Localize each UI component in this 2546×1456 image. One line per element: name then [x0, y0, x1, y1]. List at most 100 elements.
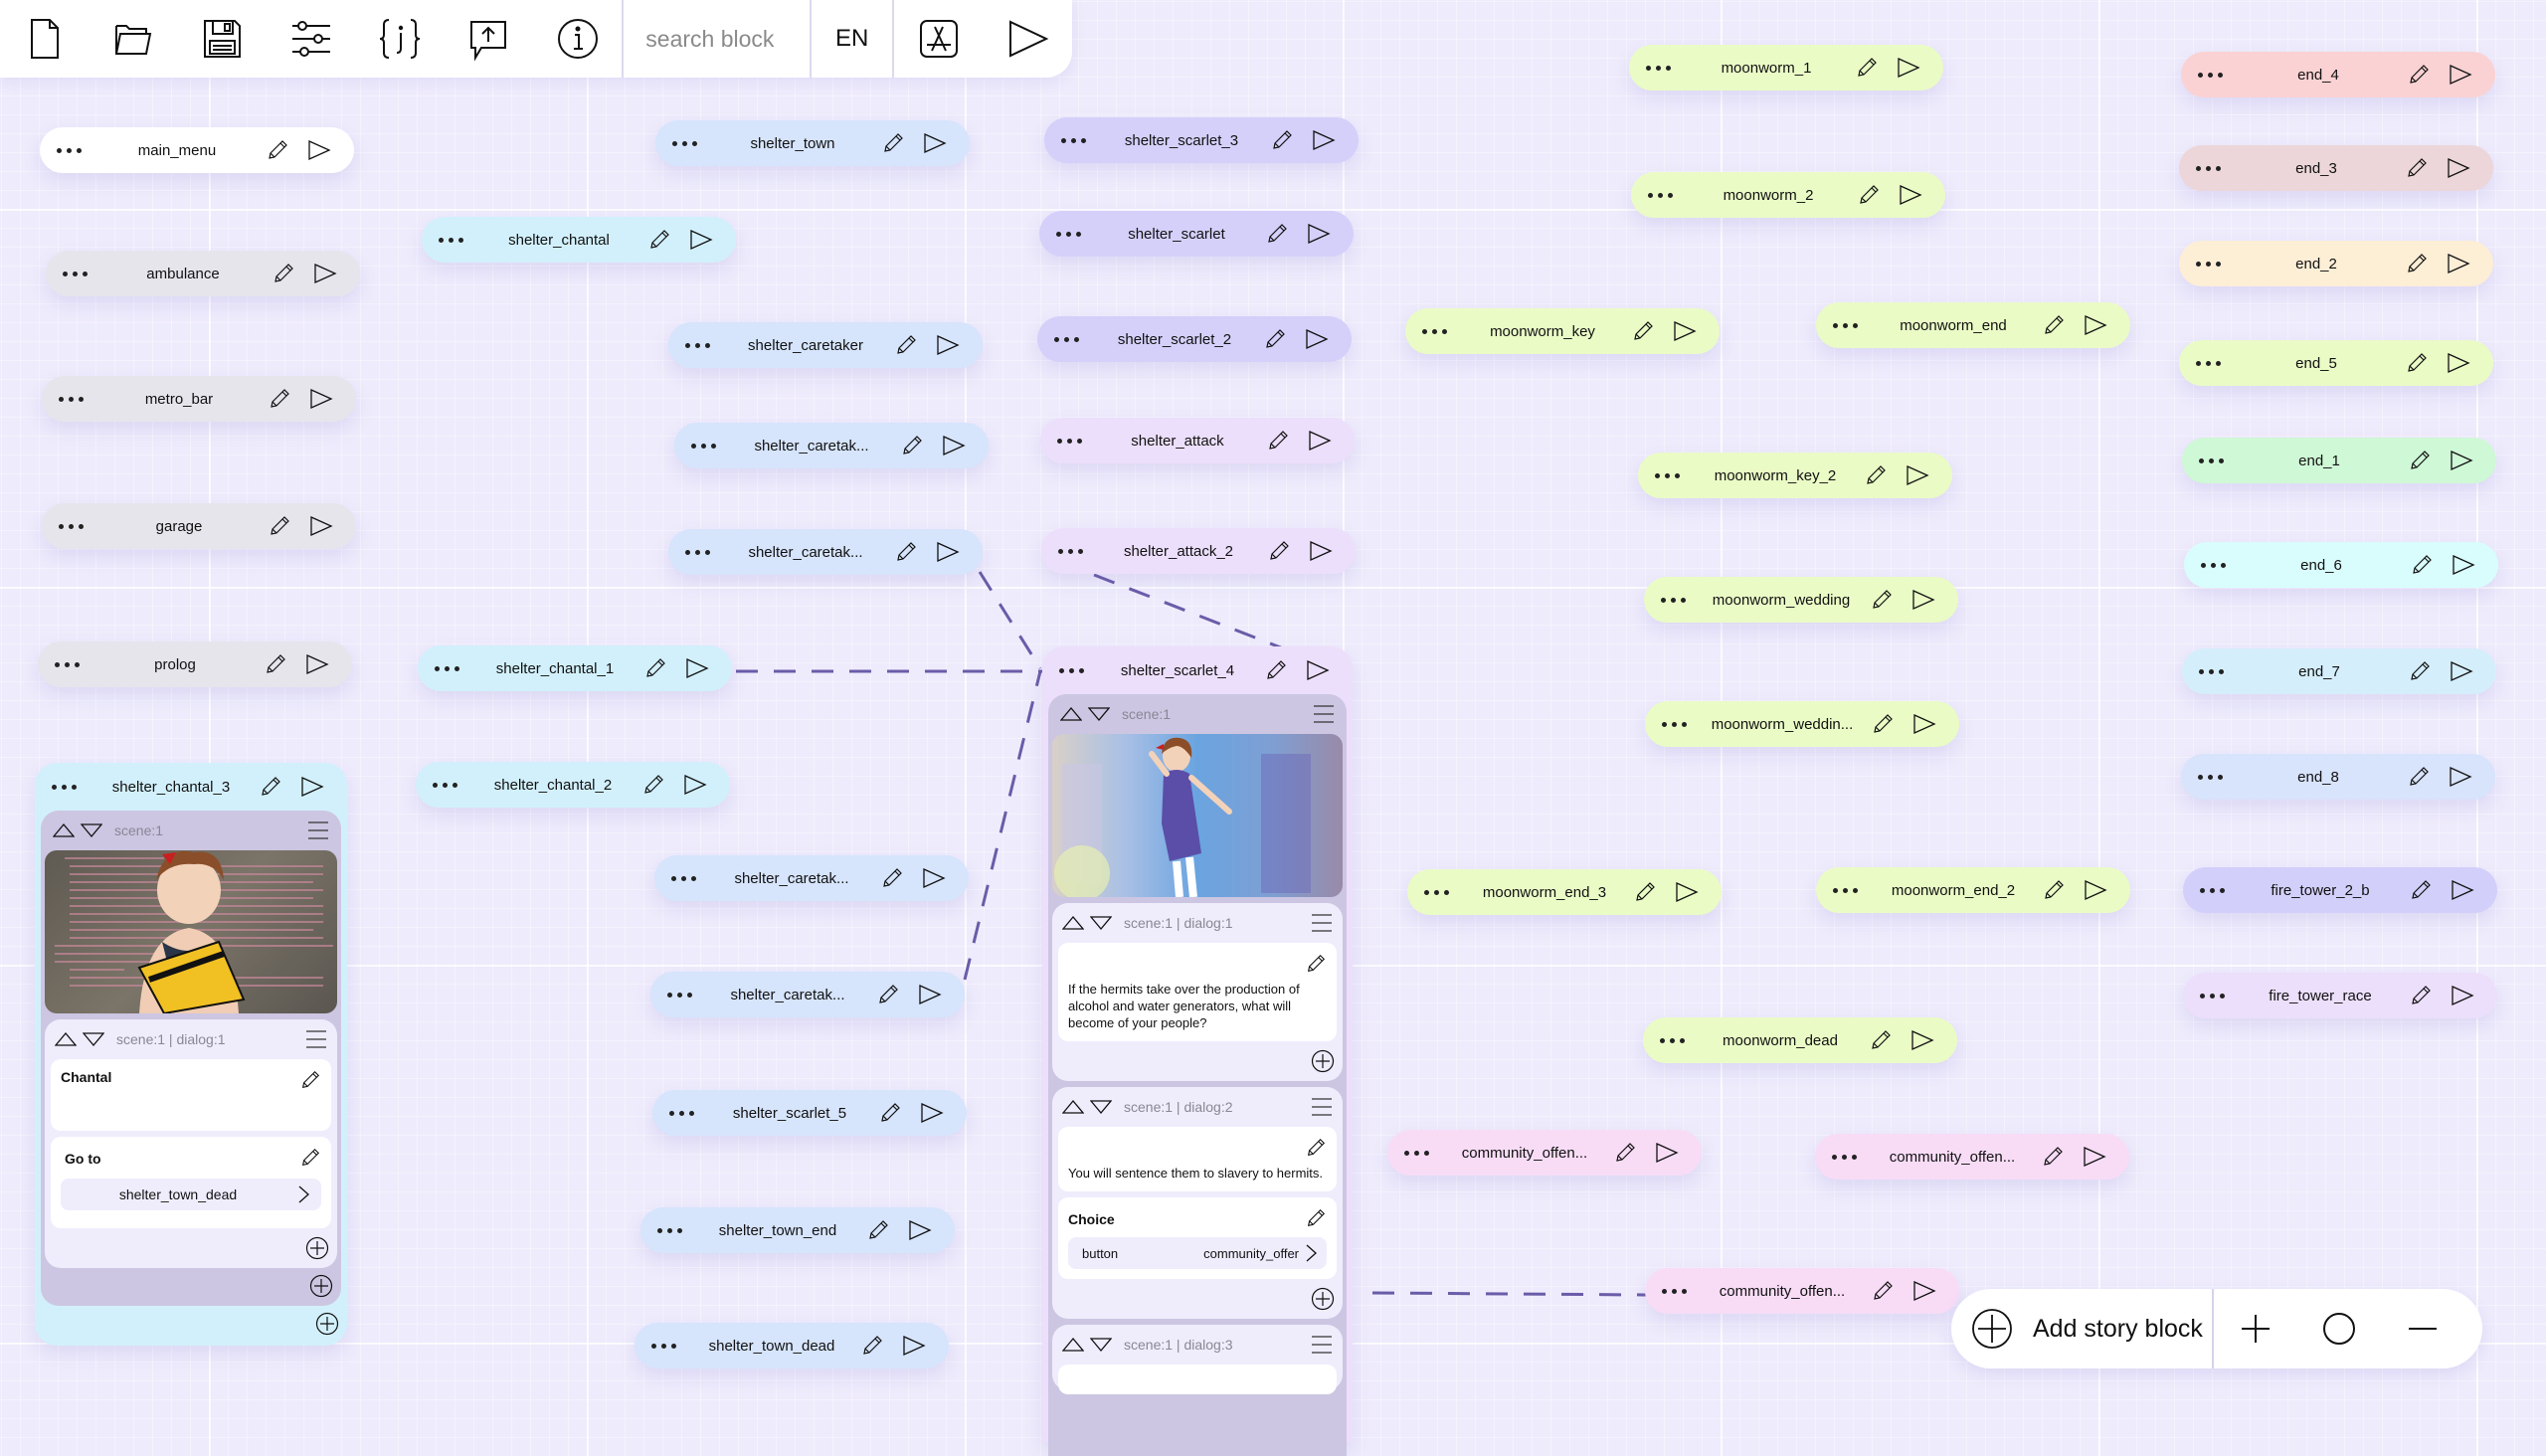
edit-button[interactable] [1261, 128, 1303, 152]
block-menu-button[interactable] [42, 523, 99, 529]
story-block[interactable]: shelter_caretak... [674, 423, 989, 468]
edit-button[interactable] [259, 387, 300, 411]
edit-button[interactable] [263, 262, 304, 285]
block-menu-button[interactable] [40, 147, 97, 153]
block-menu-button[interactable] [650, 992, 708, 998]
play-block-button[interactable] [300, 386, 342, 412]
block-menu-button[interactable] [654, 875, 712, 881]
play-block-button[interactable] [1646, 1140, 1688, 1166]
language-button[interactable]: EN [812, 0, 892, 78]
edit-speaker-button[interactable] [299, 1069, 321, 1091]
edit-button[interactable] [869, 1101, 911, 1125]
block-menu-button[interactable] [1631, 192, 1689, 198]
edit-button[interactable] [2032, 1145, 2074, 1169]
play-block-button[interactable] [899, 1217, 941, 1243]
story-block[interactable]: shelter_chantal_1 [418, 645, 732, 691]
edit-text-button[interactable] [1305, 1137, 1327, 1159]
play-block-button[interactable] [1666, 879, 1708, 905]
edit-button[interactable] [1622, 319, 1664, 343]
block-menu-button[interactable] [1405, 328, 1463, 334]
edit-button[interactable] [2033, 313, 2075, 337]
play-block-button[interactable] [1903, 587, 1944, 613]
edit-button[interactable] [2400, 984, 2442, 1007]
edit-button[interactable] [2399, 449, 2441, 472]
play-block-button[interactable] [909, 982, 951, 1007]
publish-button[interactable] [445, 0, 533, 78]
settings-button[interactable] [267, 0, 355, 78]
edit-button[interactable] [1624, 880, 1666, 904]
play-block-button[interactable] [291, 774, 333, 800]
block-menu-button[interactable] [46, 271, 103, 276]
edit-goto-button[interactable] [299, 1147, 321, 1169]
block-menu-button[interactable] [1039, 231, 1097, 237]
open-folder-button[interactable] [89, 0, 177, 78]
edit-button[interactable] [2398, 63, 2440, 87]
story-block[interactable]: shelter_scarlet_3 [1044, 117, 1359, 163]
edit-button[interactable] [1855, 463, 1897, 487]
block-menu-button[interactable] [1041, 548, 1099, 554]
block-menu-button[interactable] [640, 1227, 698, 1233]
block-menu-button[interactable] [674, 443, 732, 449]
play-block-button[interactable] [1902, 1027, 1943, 1053]
zoom-out-button[interactable] [2381, 1289, 2464, 1368]
story-block[interactable]: shelter_caretak... [654, 855, 969, 901]
block-menu-button[interactable] [2183, 887, 2241, 893]
block-menu-button[interactable] [2179, 165, 2237, 171]
play-block-button[interactable] [1300, 538, 1342, 564]
block-menu-button[interactable] [1044, 137, 1102, 143]
block-menu-button[interactable] [1037, 336, 1095, 342]
story-block[interactable]: moonworm_2 [1631, 172, 1945, 218]
block-menu-button[interactable] [1387, 1150, 1445, 1156]
edit-button[interactable] [1255, 658, 1297, 682]
block-menu-button[interactable] [668, 549, 726, 555]
edit-text-button[interactable] [1305, 953, 1327, 975]
play-block-button[interactable] [2438, 350, 2479, 376]
play-block-button[interactable] [680, 227, 722, 253]
play-block-button[interactable] [304, 261, 346, 286]
dialog-menu-button[interactable] [1311, 1335, 1333, 1355]
play-block-button[interactable] [927, 539, 969, 565]
block-menu-button[interactable] [2181, 72, 2239, 78]
story-block[interactable]: end_5 [2179, 340, 2493, 386]
edit-button[interactable] [257, 138, 298, 162]
block-menu-button[interactable] [1644, 597, 1702, 603]
block-menu-button[interactable] [2183, 993, 2241, 999]
edit-button[interactable] [1846, 56, 1888, 80]
dialog-menu-button[interactable] [1311, 1097, 1333, 1117]
story-block[interactable]: shelter_chantal_2 [416, 762, 730, 808]
edit-button[interactable] [1604, 1141, 1646, 1165]
edit-button[interactable] [1860, 1028, 1902, 1052]
story-block[interactable]: shelter_town [655, 120, 970, 166]
play-block-button[interactable] [296, 651, 338, 677]
play-button[interactable] [984, 0, 1072, 78]
block-menu-button[interactable] [418, 665, 475, 671]
reorder-arrows[interactable] [1062, 1099, 1112, 1115]
play-block-button[interactable] [1888, 55, 1929, 81]
play-block-button[interactable] [1296, 326, 1338, 352]
scene-image[interactable] [45, 850, 337, 1013]
reorder-arrows[interactable] [1062, 1337, 1112, 1353]
play-block-button[interactable] [2440, 62, 2481, 88]
story-block[interactable]: moonworm_end [1816, 302, 2130, 348]
edit-button[interactable] [885, 333, 927, 357]
story-block[interactable]: end_2 [2179, 241, 2493, 286]
edit-button[interactable] [867, 983, 909, 1006]
play-block-button[interactable] [2443, 552, 2484, 578]
block-menu-button[interactable] [42, 396, 99, 402]
play-block-button[interactable] [1904, 711, 1945, 737]
dialog-menu-button[interactable] [305, 1029, 327, 1049]
edit-button[interactable] [2398, 765, 2440, 789]
block-menu-button[interactable] [2179, 261, 2237, 267]
play-block-button[interactable] [913, 865, 955, 891]
edit-button[interactable] [1257, 429, 1299, 453]
edit-button[interactable] [1861, 588, 1903, 612]
story-block[interactable]: garage [42, 503, 356, 549]
add-dialog-item-button[interactable] [305, 1236, 329, 1260]
play-block-button[interactable] [2442, 983, 2483, 1008]
story-block[interactable]: shelter_caretaker [668, 322, 983, 368]
story-block[interactable]: community_offen... [1387, 1130, 1702, 1176]
new-file-button[interactable] [0, 0, 89, 78]
story-block[interactable]: ambulance [46, 251, 360, 296]
block-menu-button[interactable] [1042, 667, 1100, 673]
play-block-button[interactable] [914, 130, 956, 156]
